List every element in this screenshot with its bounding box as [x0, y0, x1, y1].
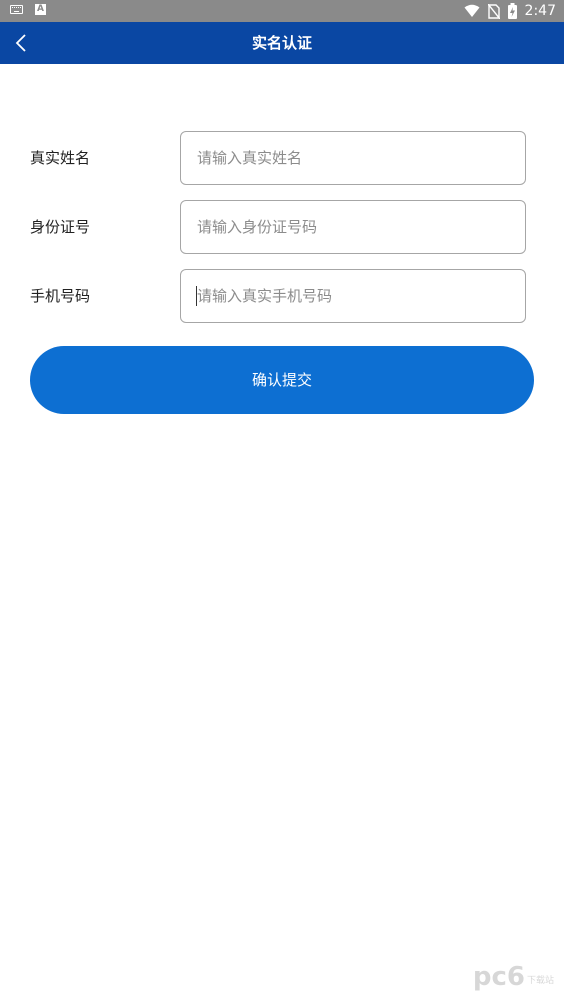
- a-icon: A: [35, 4, 46, 15]
- form-row-real-name: 真实姓名: [0, 131, 564, 185]
- wifi-icon: [464, 4, 480, 17]
- watermark-text: pc6: [472, 962, 525, 992]
- screen: A 2:47 实名认证 真实姓名 请输入真实姓名 身份证号 请输入身份证号码 手…: [0, 0, 564, 1002]
- form-row-phone: 手机号码: [0, 269, 564, 323]
- text-cursor: [196, 286, 197, 306]
- watermark-subtext: 下载站: [526, 976, 554, 986]
- real-name-label: 真实姓名: [30, 149, 91, 167]
- keyboard-icon: [10, 5, 23, 14]
- watermark-logo: pc6 下载站: [473, 964, 554, 990]
- clock-time: 2:47: [524, 3, 556, 19]
- no-sim-icon: [487, 3, 500, 19]
- status-right: 2:47: [464, 2, 556, 20]
- phone-input[interactable]: [180, 269, 526, 323]
- page-title: 实名认证: [251, 34, 312, 52]
- id-number-label: 身份证号: [30, 218, 91, 236]
- phone-label: 手机号码: [30, 287, 91, 305]
- status-left: A: [10, 4, 46, 15]
- status-bar: A 2:47: [0, 0, 564, 22]
- submit-button[interactable]: 确认提交: [30, 346, 534, 414]
- id-number-input[interactable]: [180, 200, 526, 254]
- real-name-input[interactable]: [180, 131, 526, 185]
- app-header: 实名认证: [0, 22, 564, 64]
- form-row-id-number: 身份证号: [0, 200, 564, 254]
- battery-charging-icon: [507, 3, 517, 19]
